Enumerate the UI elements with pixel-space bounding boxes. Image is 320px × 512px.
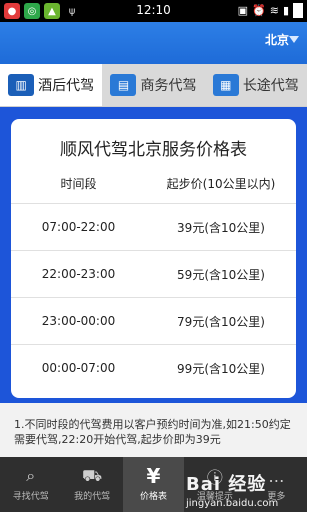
briefcase-icon: ▤ [110, 74, 137, 96]
time-range: 23:00-00:00 [41, 314, 116, 328]
nav-price-list[interactable]: ¥ 价格表 [122, 457, 185, 512]
car-icon: ⛟ [82, 465, 103, 485]
price-notes: 1.不同时段的代驾费用以客户预约时间为准,如21:50约定需要代驾,22:20开… [0, 403, 307, 457]
trash-can-icon: ▥ [8, 74, 35, 96]
city-selector[interactable]: 北京 [265, 31, 289, 48]
column-header-time: 时间段 [60, 176, 97, 191]
start-price: 39元(含10公里) [177, 220, 265, 235]
nav-find-driver[interactable]: ⌕ 寻找代驾 [0, 457, 61, 512]
tab-long-distance-driving[interactable]: ▦ 长途代驾 [204, 64, 307, 106]
status-right-icons: ▣ ⏰ ≋ ▮ [238, 3, 303, 18]
app-header: 北京 [0, 22, 307, 64]
tab-business-driving[interactable]: ▤ 商务代驾 [102, 64, 205, 106]
chevron-down-icon[interactable] [289, 36, 299, 43]
time-range: 22:00-23:00 [41, 267, 116, 281]
tab-label: 长途代驾 [242, 78, 299, 94]
nav-label: 我的代驾 [74, 492, 111, 502]
column-header-price: 起步价(10公里以内) [166, 176, 276, 191]
tab-label: 商务代驾 [140, 78, 197, 94]
price-card: 顺风代驾北京服务价格表 时间段 起步价(10公里以内) 07:00-22:00 … [11, 119, 296, 398]
alarm-icon: ⏰ [252, 4, 266, 17]
service-tabs: ▥ 酒后代驾 ▤ 商务代驾 ▦ 长途代驾 [0, 64, 307, 107]
time-range: 00:00-07:00 [41, 361, 116, 375]
battery-icon [293, 3, 303, 18]
table-row: 22:00-23:00 59元(含10公里) [11, 251, 296, 298]
nav-my-driver[interactable]: ⛟ 我的代驾 [61, 457, 122, 512]
price-table-title: 顺风代驾北京服务价格表 [60, 140, 247, 160]
nav-label: 寻找代驾 [12, 492, 49, 502]
baidu-jingyan-watermark: Bai 经验 jingyan.baidu.com [186, 470, 301, 509]
table-row: 00:00-07:00 99元(含10公里) [11, 345, 296, 391]
search-icon: ⌕ [26, 466, 36, 485]
watermark-url: jingyan.baidu.com [186, 498, 279, 509]
table-row: 23:00-00:00 79元(含10公里) [11, 298, 296, 345]
table-row: 07:00-22:00 39元(含10公里) [11, 204, 296, 251]
yen-icon: ¥ [146, 464, 161, 488]
price-panel: 顺风代驾北京服务价格表 时间段 起步价(10公里以内) 07:00-22:00 … [0, 107, 307, 403]
start-price: 79元(含10公里) [177, 314, 265, 329]
photo-icon: ▣ [237, 4, 249, 17]
tab-label: 酒后代驾 [38, 78, 95, 94]
nav-label: 价格表 [140, 492, 168, 502]
watermark-brand: Bai 经验 [186, 474, 267, 495]
tab-drunk-driving[interactable]: ▥ 酒后代驾 [0, 64, 103, 106]
luggage-icon: ▦ [212, 74, 239, 96]
wifi-icon: ≋ [269, 4, 279, 17]
time-range: 07:00-22:00 [41, 220, 116, 234]
table-header: 时间段 起步价(10公里以内) [11, 163, 296, 204]
start-price: 59元(含10公里) [177, 267, 265, 282]
start-price: 99元(含10公里) [177, 361, 265, 376]
status-bar: ● ◎ ▲ ψ 12:10 ▣ ⏰ ≋ ▮ [0, 0, 307, 22]
signal-icon: ▮ [282, 4, 289, 17]
